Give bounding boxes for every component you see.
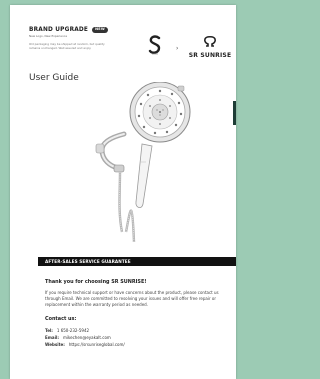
tel-label: Tel: (45, 327, 53, 333)
brand-upgrade-title: BRAND UPGRADE NEW (29, 27, 108, 33)
contact-heading: Contact us: (45, 315, 77, 322)
omega-logo-icon (186, 32, 234, 51)
contact-website: Website: https://srsunriseglobal.com/ (45, 341, 235, 348)
after-sales-banner: AFTER-SALES SERVICE GUARANTEE (38, 257, 236, 266)
support-paragraph: If you require technical support or have… (45, 290, 219, 308)
sr-sunrise-logo-text: SR SUNRISE (188, 52, 232, 59)
s-logo-icon (148, 35, 162, 59)
page-title: User Guide (29, 73, 79, 83)
email-value[interactable]: mikechen@eyakalt.com (63, 334, 111, 341)
brand-upgrade-block: BRAND UPGRADE NEW New Logo, New Experien… (29, 27, 108, 50)
thanks-heading: Thank you for choosing SR SUNRISE! (45, 279, 147, 285)
after-sales-info: Thank you for choosing SR SUNRISE! If yo… (45, 279, 235, 348)
tel-value: 1 650-232-5942 (56, 327, 90, 333)
packaging-note: Old packaging may be shipped at random, … (29, 42, 105, 50)
website-label: Website: (45, 341, 65, 347)
brand-upgrade-label: BRAND UPGRADE (29, 27, 89, 33)
contact-email: Email: mikechen@eyakalt.com (45, 334, 235, 341)
sr-sunrise-logo: SR SUNRISE (186, 32, 234, 59)
new-badge: NEW (92, 27, 108, 33)
user-guide-page: BRAND UPGRADE NEW New Logo, New Experien… (10, 5, 236, 379)
page-edge-tab (233, 101, 236, 125)
website-value[interactable]: https://srsunriseglobal.com/ (69, 341, 125, 348)
arrow-right-icon: › (176, 45, 179, 52)
brand-subtitle: New Logo, New Experience (29, 34, 68, 38)
handheld-shower-illustration (80, 81, 200, 251)
contact-tel: Tel: 1 650-232-5942 (45, 327, 235, 334)
email-label: Email: (45, 334, 59, 340)
contact-details: Tel: 1 650-232-5942 Email: mikechen@eyak… (45, 327, 235, 349)
